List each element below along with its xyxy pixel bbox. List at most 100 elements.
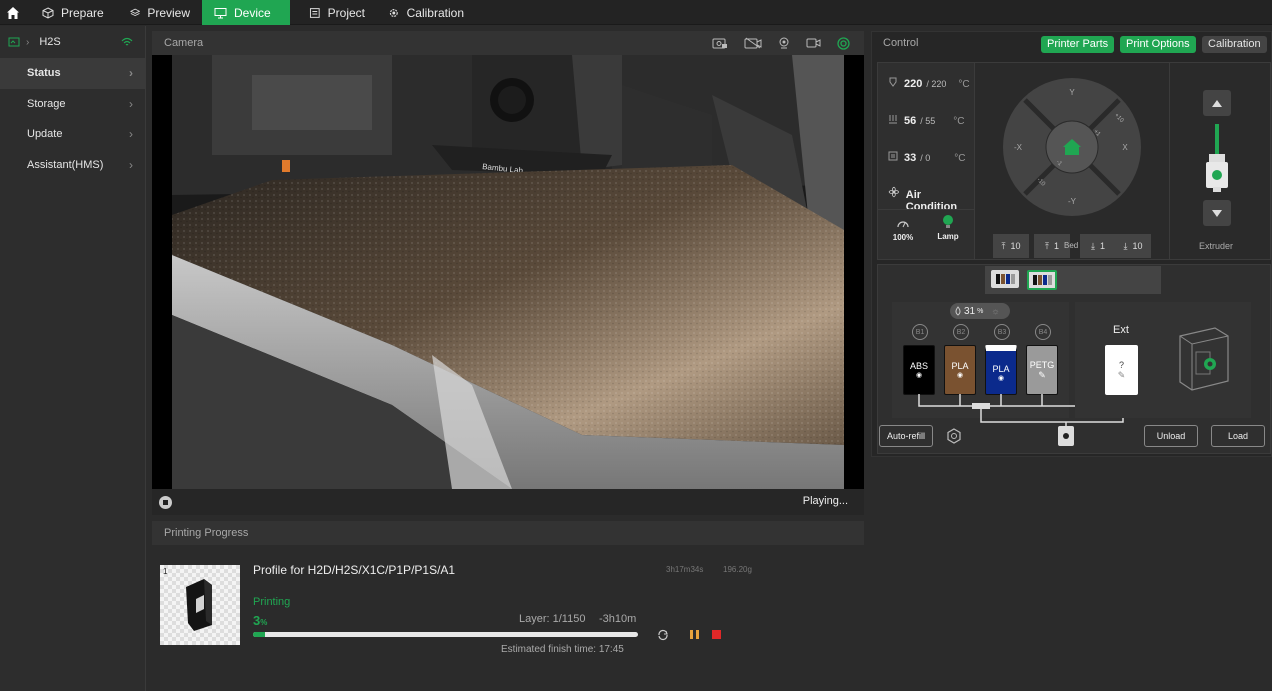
tab-prepare[interactable]: Prepare — [30, 0, 130, 25]
ext-label: Ext — [1113, 324, 1129, 336]
ams-slot-b1[interactable]: ABS ◉ — [903, 345, 935, 395]
lamp-label: Lamp — [937, 232, 959, 241]
humidity-unit: % — [977, 307, 984, 315]
tab-label: Prepare — [61, 5, 104, 20]
print-state: Printing — [253, 596, 291, 608]
top-tab-bar: Prepare Preview Device Project Calibrati… — [0, 0, 1272, 25]
timelapse-icon[interactable] — [712, 37, 728, 49]
chevron-right-icon: › — [129, 96, 133, 111]
calibration-button[interactable]: Calibration — [1202, 36, 1267, 53]
ext-slot[interactable]: ? ✎ — [1105, 345, 1138, 395]
ams-slot-b2[interactable]: PLA ◉ — [944, 345, 976, 395]
bed-step: 10 — [1132, 241, 1143, 251]
chamber-current: 33 — [904, 152, 917, 164]
chamber-temp[interactable]: 33 / 0 °C — [888, 151, 966, 164]
lamp-icon — [943, 215, 953, 228]
ams-spool-icon — [1042, 275, 1047, 285]
extruder-down-button[interactable] — [1203, 200, 1231, 226]
chevron-right-icon: › — [129, 66, 133, 81]
sidebar-item-assistant[interactable]: Assistant(HMS) › — [0, 150, 145, 181]
slot-label-text: B3 — [997, 328, 1007, 336]
filament-weight: 196.20g — [723, 565, 752, 574]
triangle-up-icon — [1212, 99, 1222, 107]
bed-up-10-button[interactable]: ⤒ 10 — [993, 234, 1029, 258]
printer-body-icon — [1179, 327, 1229, 391]
sidebar-item-update[interactable]: Update › — [0, 119, 145, 150]
control-title: Control — [883, 37, 919, 49]
extruder-up-button[interactable] — [1203, 90, 1231, 116]
sidebar-item-storage[interactable]: Storage › — [0, 89, 145, 120]
refresh-icon[interactable] — [657, 629, 669, 641]
camera-frame-image: Bambu Lab — [152, 55, 864, 489]
device-selector[interactable]: › H2S — [0, 26, 145, 58]
print-options-button[interactable]: Print Options — [1120, 36, 1196, 53]
webcam-icon[interactable] — [778, 37, 790, 49]
ams-unit-1-tab[interactable] — [991, 270, 1019, 288]
lamp-toggle[interactable]: Lamp — [934, 215, 962, 241]
camera-title: Camera — [164, 37, 204, 49]
stop-icon — [163, 500, 168, 505]
ams-spool-icon — [995, 274, 1000, 284]
progress-body: 1 Profile for H2D/H2S/X1C/P1P/P1S/A1 3h1… — [152, 545, 864, 691]
ams-spool-icon — [1005, 274, 1010, 284]
home-button[interactable] — [0, 0, 25, 25]
live-stream-icon[interactable] — [837, 36, 850, 50]
printer-parts-button[interactable]: Printer Parts — [1041, 36, 1115, 53]
pause-icon — [690, 630, 693, 639]
sidebar-item-label: Update — [27, 128, 63, 141]
xy-jog-pad[interactable]: Y -Y X -X +10 +1 -1 -10 — [1002, 77, 1142, 217]
tab-project[interactable]: Project — [297, 0, 377, 25]
bed-step: 10 — [1010, 241, 1021, 251]
ams-slot-b4[interactable]: PETG ✎ — [1026, 345, 1058, 395]
ams-spool-icon — [1010, 274, 1015, 284]
stop-stream-button[interactable] — [159, 496, 172, 509]
progress-bar-fill — [253, 632, 265, 637]
pause-button[interactable] — [689, 629, 701, 641]
edit-icon: ✎ — [1038, 369, 1046, 380]
time-remaining: -3h10m — [599, 613, 637, 625]
control-panel: Control Printer Parts Print Options Cali… — [871, 31, 1272, 457]
unload-button[interactable]: Unload — [1144, 425, 1198, 447]
extruder-icon — [1206, 124, 1228, 192]
camera-feed[interactable]: Bambu Lab — [152, 55, 864, 489]
camera-off-icon[interactable] — [744, 37, 762, 49]
auto-refill-button[interactable]: Auto-refill — [879, 425, 933, 447]
tab-calibration[interactable]: Calibration — [376, 0, 476, 25]
part-preview-image — [186, 579, 212, 631]
estimated-finish: Estimated finish time: 17:45 — [501, 644, 624, 655]
nozzle-current: 220 — [904, 78, 923, 90]
project-icon — [309, 7, 320, 18]
tab-device[interactable]: Device — [202, 0, 290, 25]
gear-icon — [389, 8, 398, 17]
nozzle-temp[interactable]: 220 / 220 °C — [888, 77, 970, 90]
tab-label: Project — [327, 5, 365, 20]
arrow-up-icon: ⤒ — [1045, 240, 1049, 251]
bed-down-1-button[interactable]: ⤓ 1 — [1080, 234, 1116, 258]
job-thumbnail: 1 — [160, 565, 240, 645]
ams-settings-icon[interactable] — [946, 428, 962, 444]
temperature-box: 220 / 220 °C 56 / 55 °C 33 / 0 °C Air Co… — [877, 62, 975, 260]
humidity-badge[interactable]: 31% ☼ — [950, 303, 1010, 319]
ams-spool-icon — [1047, 275, 1052, 285]
tab-preview[interactable]: Preview — [118, 0, 202, 25]
load-button[interactable]: Load — [1211, 425, 1265, 447]
tab-label: Calibration — [406, 5, 464, 20]
ams-spool-icon — [1000, 274, 1005, 284]
sidebar-item-status[interactable]: Status › — [0, 58, 145, 89]
ams-slot-b3[interactable]: PLA ◉ — [985, 345, 1017, 395]
speed-gauge-icon — [897, 221, 909, 228]
ams-unit-2-tab[interactable] — [1027, 270, 1057, 290]
bed-temp[interactable]: 56 / 55 °C — [888, 114, 965, 127]
stop-print-button[interactable] — [712, 630, 721, 639]
sidebar-item-label: Status — [27, 67, 61, 80]
progress-header: Printing Progress — [152, 521, 864, 545]
bed-current: 56 — [904, 115, 917, 127]
video-record-icon[interactable] — [806, 37, 821, 49]
wifi-icon — [121, 37, 133, 46]
load-label: Load — [1227, 431, 1249, 441]
part-fan-control[interactable]: 100% — [890, 217, 916, 242]
bed-step: 1 — [1099, 241, 1105, 251]
printing-progress-panel: Printing Progress 1 Profile for H2D/H2S/… — [152, 521, 864, 691]
bed-down-10-button[interactable]: ⤓ 10 — [1115, 234, 1151, 258]
bed-unit: °C — [953, 116, 965, 127]
